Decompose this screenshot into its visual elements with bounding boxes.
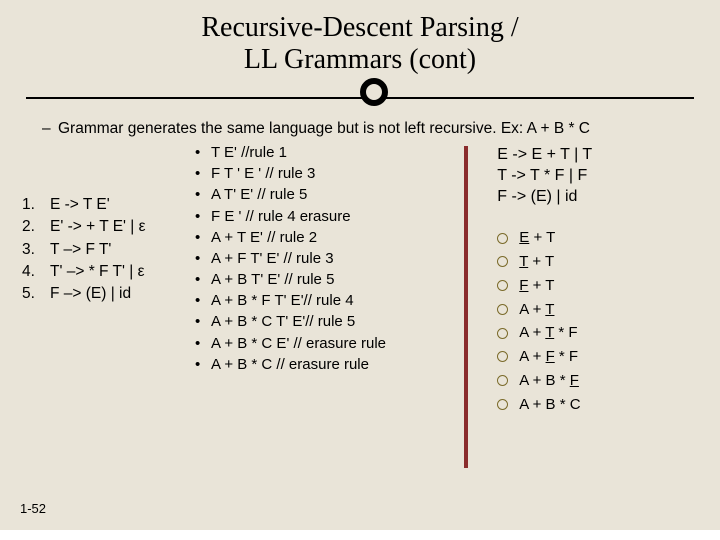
trace-text: A T' E' // rule 5 (211, 185, 307, 204)
list-item: •A + B * C E' // erasure rule (195, 334, 473, 353)
divider-line (26, 97, 694, 99)
bullet-icon: • (195, 249, 211, 268)
trace-text: A + B * C // erasure rule (211, 355, 369, 374)
slide-body: – Grammar generates the same language bu… (0, 110, 720, 417)
trace-text: F T ' E ' // rule 3 (211, 164, 315, 183)
list-item: •A + B T' E' // rule 5 (195, 270, 473, 289)
trace-text: A + B * F T' E'// rule 4 (211, 291, 354, 310)
list-item: •A + F T' E' // rule 3 (195, 249, 473, 268)
grammar-rules-list: 1. E -> T E' 2. E' -> + T E' | ε 3. T –>… (14, 143, 189, 307)
original-grammar: E -> E + T | T T -> T * F | F F -> (E) |… (497, 145, 706, 207)
ring-bullet-icon (497, 227, 519, 249)
trace-text: A + T E' // rule 2 (211, 228, 317, 247)
bullet-icon: • (195, 355, 211, 374)
bullet-icon: • (195, 270, 211, 289)
ring-bullet-icon (497, 322, 519, 344)
trace-text: A + B * C E' // erasure rule (211, 334, 386, 353)
bullet-icon: • (195, 291, 211, 310)
trace-text: A + B * C T' E'// rule 5 (211, 312, 355, 331)
bullet-icon: • (195, 143, 211, 162)
bullet-icon: • (195, 334, 211, 353)
rule-text: E -> T E' (50, 195, 110, 214)
ring-bullet-icon (497, 275, 519, 297)
rule-number: 5. (22, 284, 50, 303)
list-item: •F T ' E ' // rule 3 (195, 164, 473, 183)
list-item: A + T (497, 299, 706, 321)
intro-text: Grammar generates the same language but … (58, 120, 590, 139)
derivation-trace-list: •T E' //rule 1 •F T ' E ' // rule 3 •A T… (189, 143, 473, 376)
bullet-icon: • (195, 185, 211, 204)
list-item: A + B * C (497, 394, 706, 416)
list-item: •F E ' // rule 4 erasure (195, 207, 473, 226)
title-line-1: Recursive-Descent Parsing / (0, 12, 720, 44)
list-item: 4. T' –> * F T' | ε (22, 262, 189, 281)
page-number: 1-52 (20, 501, 46, 516)
rule-text: T' –> * F T' | ε (50, 262, 145, 281)
slide-title: Recursive-Descent Parsing / LL Grammars … (0, 0, 720, 76)
list-item: T + T (497, 251, 706, 273)
deriv-text: A + F * F (519, 346, 578, 368)
list-item: F + T (497, 275, 706, 297)
rule-number: 3. (22, 240, 50, 259)
orig-line: F -> (E) | id (497, 187, 706, 208)
ring-bullet-icon (497, 370, 519, 392)
trace-text: A + F T' E' // rule 3 (211, 249, 334, 268)
list-item: A + B * F (497, 370, 706, 392)
deriv-text: T + T (519, 251, 554, 273)
deriv-text: A + B * F (519, 370, 579, 392)
trace-text: A + B T' E' // rule 5 (211, 270, 334, 289)
ring-bullet-icon (497, 394, 519, 416)
list-item: •T E' //rule 1 (195, 143, 473, 162)
rule-number: 1. (22, 195, 50, 214)
list-item: 1. E -> T E' (22, 195, 189, 214)
trace-text: F E ' // rule 4 erasure (211, 207, 351, 226)
list-item: •A + T E' // rule 2 (195, 228, 473, 247)
right-column: E -> E + T | T T -> T * F | F F -> (E) |… (473, 143, 706, 417)
list-item: •A + B * C // erasure rule (195, 355, 473, 374)
trace-text: T E' //rule 1 (211, 143, 287, 162)
list-item: •A + B * C T' E'// rule 5 (195, 312, 473, 331)
bullet-icon: • (195, 312, 211, 331)
orig-line: T -> T * F | F (497, 166, 706, 187)
orig-line: E -> E + T | T (497, 145, 706, 166)
divider-circle-icon (360, 78, 388, 106)
rule-number: 4. (22, 262, 50, 281)
list-item: E + T (497, 227, 706, 249)
bullet-icon: • (195, 164, 211, 183)
deriv-text: F + T (519, 275, 554, 297)
title-line-2: LL Grammars (cont) (0, 44, 720, 76)
list-item: •A T' E' // rule 5 (195, 185, 473, 204)
ring-bullet-icon (497, 299, 519, 321)
deriv-text: A + B * C (519, 394, 580, 416)
title-divider (0, 84, 720, 110)
rule-text: T –> F T' (50, 240, 111, 259)
bullet-icon: • (195, 207, 211, 226)
ring-bullet-icon (497, 346, 519, 368)
intro-bullet: – Grammar generates the same language bu… (42, 120, 706, 139)
slide: Recursive-Descent Parsing / LL Grammars … (0, 0, 720, 540)
dash-icon: – (42, 120, 58, 139)
list-item: A + T * F (497, 322, 706, 344)
deriv-text: A + T * F (519, 322, 577, 344)
rule-text: E' -> + T E' | ε (50, 217, 146, 236)
list-item: 3. T –> F T' (22, 240, 189, 259)
list-item: A + F * F (497, 346, 706, 368)
rule-number: 2. (22, 217, 50, 236)
list-item: 5. F –> (E) | id (22, 284, 189, 303)
list-item: •A + B * F T' E'// rule 4 (195, 291, 473, 310)
deriv-text: E + T (519, 227, 555, 249)
derivation-steps-list: E + TT + TF + TA + TA + T * FA + F * FA … (497, 227, 706, 415)
ring-bullet-icon (497, 251, 519, 273)
columns: 1. E -> T E' 2. E' -> + T E' | ε 3. T –>… (14, 143, 706, 417)
deriv-text: A + T (519, 299, 554, 321)
list-item: 2. E' -> + T E' | ε (22, 217, 189, 236)
bullet-icon: • (195, 228, 211, 247)
rule-text: F –> (E) | id (50, 284, 131, 303)
